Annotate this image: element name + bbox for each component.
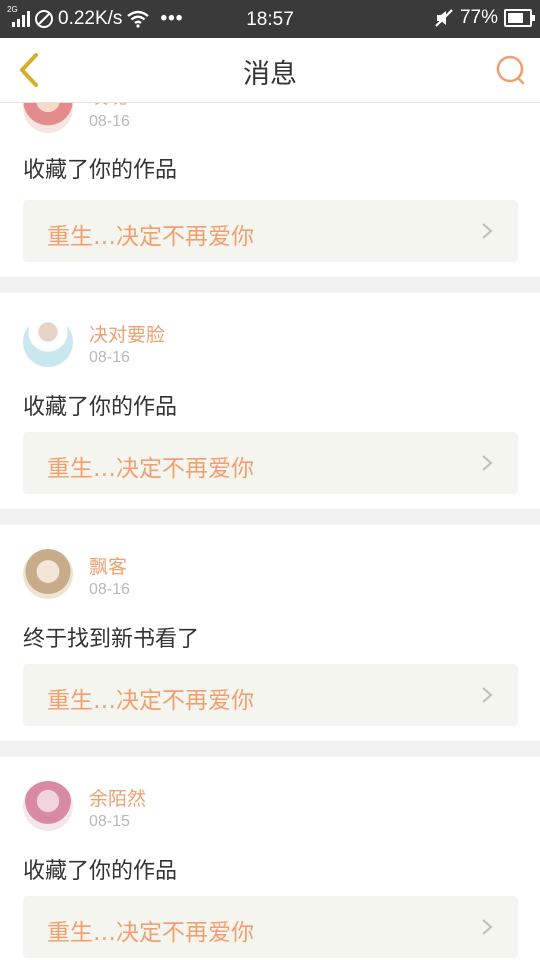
chevron-right-icon [482, 455, 493, 471]
message-item: 飘客 08-16 终于找到新书看了 重生…决定不再爱你 [0, 525, 540, 741]
work-title: 重生…决定不再爱你 [47, 456, 254, 482]
battery-percent: 77% [459, 7, 498, 28]
message-date: 08-16 [89, 349, 130, 366]
message-text: 收藏了你的作品 [23, 395, 178, 420]
work-card[interactable]: 重生…决定不再爱你 [23, 896, 518, 958]
message-date: 08-16 [89, 581, 130, 598]
message-date: 08-15 [89, 813, 130, 830]
work-card[interactable]: 重生…决定不再爱你 [23, 664, 518, 726]
divider [0, 277, 540, 293]
message-item: 决对要脸 08-16 收藏了你的作品 重生…决定不再爱你 [0, 293, 540, 509]
user-name[interactable]: 决对要脸 [89, 320, 165, 347]
work-title: 重生…决定不再爱你 [47, 920, 254, 946]
user-avatar[interactable] [23, 317, 73, 367]
user-avatar[interactable] [23, 781, 73, 831]
user-name[interactable]: 飘客 [89, 552, 127, 579]
search-icon[interactable] [494, 54, 526, 86]
message-text: 收藏了你的作品 [23, 158, 178, 183]
user-avatar[interactable] [23, 549, 73, 599]
app-header: 消息 [0, 38, 540, 103]
user-avatar[interactable] [23, 103, 73, 133]
work-card[interactable]: 重生…决定不再爱你 [23, 200, 518, 262]
divider [0, 509, 540, 525]
user-name[interactable]: 余陌然 [89, 784, 146, 811]
work-card[interactable]: 重生…决定不再爱你 [23, 432, 518, 494]
message-date: 08-16 [89, 113, 130, 130]
message-item: 玫瑰 08-16 收藏了你的作品 重生…决定不再爱你 [0, 103, 540, 286]
message-text: 收藏了你的作品 [23, 859, 178, 884]
chevron-right-icon [482, 919, 493, 935]
status-right: 77% [434, 7, 535, 29]
battery-icon [504, 9, 535, 27]
message-item: 余陌然 08-15 收藏了你的作品 重生…决定不再爱你 [0, 757, 540, 960]
chevron-right-icon [482, 687, 493, 703]
mute-icon [435, 9, 453, 27]
chevron-right-icon [482, 223, 493, 239]
message-list[interactable]: 玫瑰 08-16 收藏了你的作品 重生…决定不再爱你 决对要脸 08-16 收藏… [0, 103, 540, 960]
work-title: 重生…决定不再爱你 [47, 224, 254, 250]
message-text: 终于找到新书看了 [23, 627, 200, 652]
user-name[interactable]: 玫瑰 [89, 103, 127, 109]
divider [0, 741, 540, 757]
work-title: 重生…决定不再爱你 [47, 688, 254, 714]
page-title: 消息 [243, 59, 297, 90]
status-bar: 2G 0.22K/s ••• 18:57 77% [0, 0, 540, 38]
